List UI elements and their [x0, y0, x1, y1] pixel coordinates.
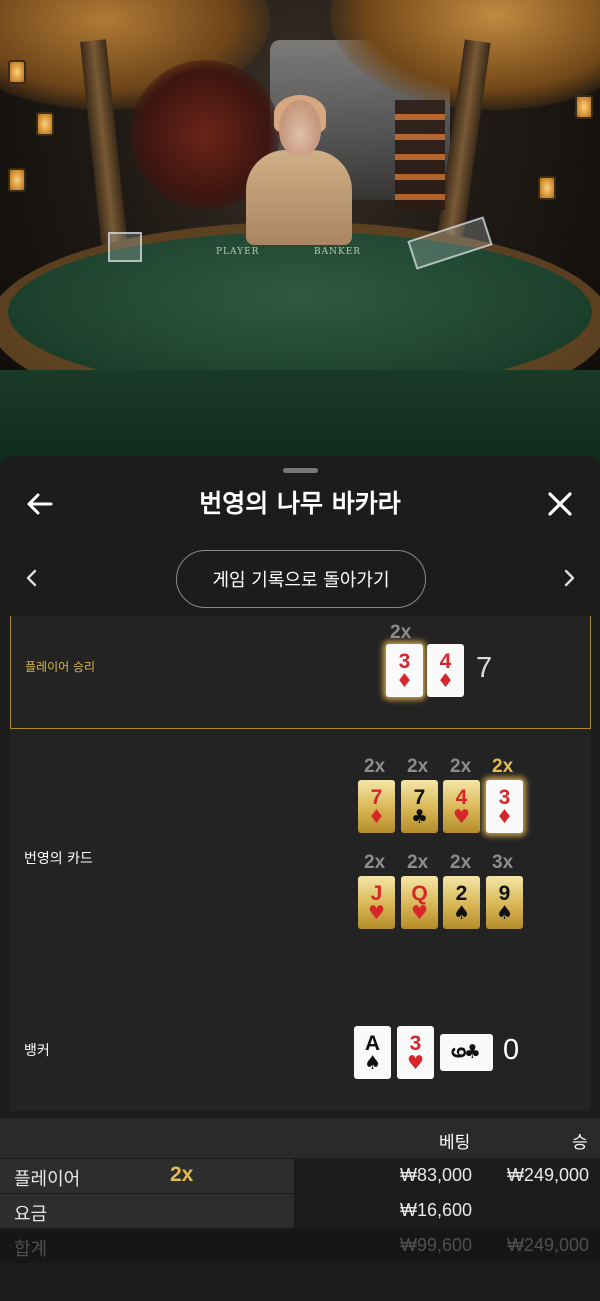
chevron-left-icon: [26, 569, 37, 587]
prosperity-multiplier: 2x: [450, 852, 472, 873]
total-win-amount: ₩249,000: [506, 1235, 589, 1255]
dealer-face: [279, 100, 321, 156]
banker-card-3: 9 ♣: [440, 1034, 493, 1071]
banker-label: 뱅커: [24, 1043, 50, 1059]
bet-row-fee: 요금 ₩16,600: [0, 1194, 600, 1228]
banker-card-1: A ♠: [354, 1026, 391, 1079]
player-card-2: 4 ♦: [427, 644, 464, 697]
bet-amount: ₩83,000: [399, 1165, 472, 1185]
player-card-1: 3 ♦: [386, 644, 423, 697]
prosperity-multiplier: 2x: [450, 756, 472, 777]
previous-round-button[interactable]: [16, 563, 46, 593]
prosperity-card: 2 ♠: [443, 876, 480, 929]
felt-label-player: PLAYER: [216, 247, 260, 257]
prosperity-card: J ♥: [358, 876, 395, 929]
lantern-icon: [575, 95, 593, 119]
prosperity-card: Q ♥: [401, 876, 438, 929]
prosperity-card: 7 ♦: [358, 780, 395, 833]
game-history-panel: 번영의 나무 바카라 게임 기록으로 돌아가기 플레이어 승리 2x 3 ♦ 4 ♦…: [0, 456, 600, 1301]
dealer: [246, 150, 352, 245]
player-hand-total: 7: [476, 652, 493, 684]
close-icon: [548, 492, 572, 516]
table-felt: [8, 232, 592, 392]
player-hand-row: 플레이어 승리 2x 3 ♦ 4 ♦ 7: [10, 616, 591, 729]
bet-label: 요금: [14, 1204, 48, 1225]
bet-table-header: 베팅 승: [0, 1118, 600, 1158]
lantern-icon: [36, 112, 54, 136]
live-video-feed: PLAYER BANKER: [0, 0, 600, 470]
bet-label: 플레이어: [14, 1169, 81, 1190]
prosperity-card: 4 ♥: [443, 780, 480, 833]
prosperity-cards-label: 번영의 카드: [24, 851, 93, 867]
player-card-multiplier: 2x: [390, 622, 412, 643]
discard-tray: [108, 232, 142, 262]
total-label: 합계: [14, 1239, 48, 1260]
round-result: 플레이어 승리 2x 3 ♦ 4 ♦ 7 번영의 카드 2x 2x 2x 2x 7 ♦…: [10, 616, 591, 1111]
lantern-icon: [8, 60, 26, 84]
prosperity-multiplier: 2x: [364, 756, 386, 777]
lantern-icon: [8, 168, 26, 192]
prosperity-multiplier: 2x: [364, 852, 386, 873]
prosperity-multiplier-active: 2x: [492, 756, 514, 777]
close-button[interactable]: [540, 484, 580, 524]
bet-multiplier: 2x: [170, 1163, 194, 1186]
back-to-history-button[interactable]: 게임 기록으로 돌아가기: [176, 550, 426, 608]
prosperity-multiplier: 2x: [407, 756, 429, 777]
player-win-label: 플레이어 승리: [25, 660, 96, 674]
win-amount: ₩249,000: [506, 1165, 589, 1185]
lantern-icon: [538, 176, 556, 200]
bet-row-player: 플레이어 2x ₩83,000 ₩249,000: [0, 1159, 600, 1193]
prosperity-multiplier: 2x: [407, 852, 429, 873]
prosperity-multiplier: 3x: [492, 852, 514, 873]
felt-label-banker: BANKER: [314, 247, 362, 257]
win-column-header: 승: [572, 1133, 588, 1153]
next-round-button[interactable]: [555, 563, 585, 593]
banker-hand-total: 0: [503, 1034, 520, 1066]
bet-column-header: 베팅: [439, 1133, 471, 1153]
prosperity-card: 9 ♠: [486, 876, 523, 929]
pagoda: [395, 100, 445, 210]
total-bet-amount: ₩99,600: [399, 1235, 472, 1255]
panel-title: 번영의 나무 바카라: [199, 489, 401, 518]
chevron-right-icon: [564, 569, 575, 587]
prosperity-card: 7 ♣: [401, 780, 438, 833]
banker-card-2: 3 ♥: [397, 1026, 434, 1079]
prosperity-card-matched: 3 ♦: [486, 780, 523, 833]
table-front: [0, 370, 600, 470]
bet-row-total: 합계 ₩99,600 ₩249,000: [0, 1229, 600, 1263]
bet-amount: ₩16,600: [399, 1200, 472, 1220]
drag-handle[interactable]: [283, 468, 318, 473]
